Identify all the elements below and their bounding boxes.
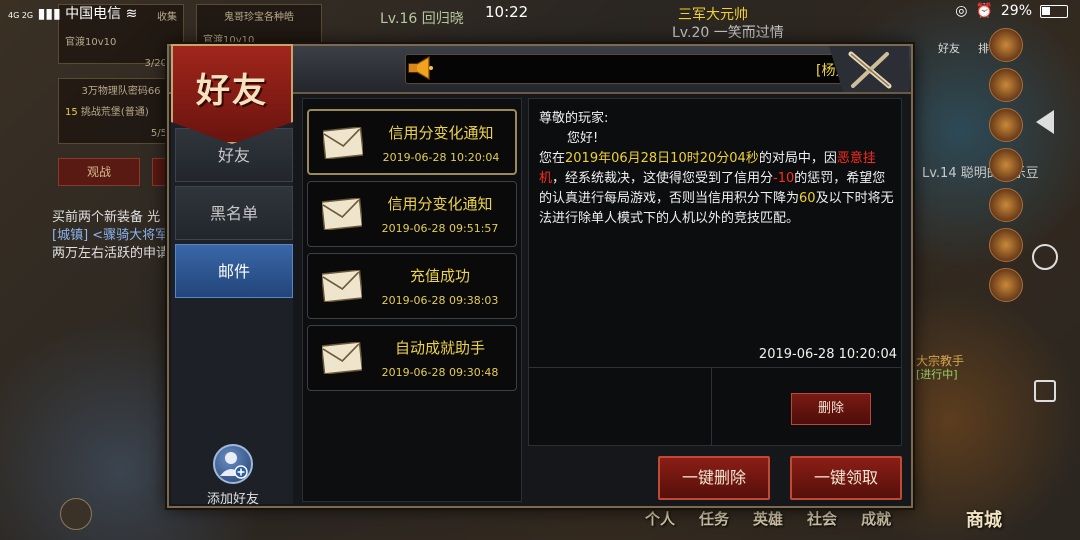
mail-text: ，经系统裁决，这使得您受到了信用分 — [552, 171, 774, 186]
mail-threshold-value: 60 — [799, 191, 816, 206]
mail-time: 2019-06-28 10:20:04 — [382, 151, 500, 164]
mail-item[interactable]: 信用分变化通知 2019-06-28 09:51:57 — [307, 181, 517, 247]
mail-match-time: 2019年06月28日10时20分04秒 — [565, 151, 759, 166]
bg-room-mode: 挑战荒堡(普通) — [80, 107, 149, 118]
bg-player-label: Lv.20 一笑而过情 — [672, 25, 784, 41]
delete-all-button[interactable]: 一键删除 — [658, 456, 770, 500]
mail-title: 信用分变化通知 — [387, 195, 493, 213]
bg-chat-line: [城镇] <骤骑大将军 — [52, 228, 169, 243]
bg-feature-icon[interactable] — [989, 28, 1023, 62]
bg-chat-line: 两万左右活跃的申请 — [52, 246, 170, 261]
wifi-icon: ≋ — [125, 6, 138, 22]
mail-content-panel: 尊敬的玩家: 您好! 您在2019年06月28日10时20分04秒的对局中，因恶… — [528, 98, 902, 446]
dialog-title: 好友 — [196, 70, 268, 111]
mail-title: 充值成功 — [409, 267, 470, 285]
carrier-name: 中国电信 — [65, 6, 122, 22]
bg-watch-button[interactable]: 观战 — [58, 158, 140, 186]
envelope-icon — [322, 270, 362, 302]
mail-item[interactable]: 自动成就助手 2019-06-28 09:30:48 — [307, 325, 517, 391]
bg-progress-label: [进行中] — [916, 368, 958, 381]
mail-list: 信用分变化通知 2019-06-28 10:20:04 信用分变化通知 2019… — [302, 98, 522, 502]
attachment-divider — [711, 368, 712, 446]
mail-hello: 您好! — [567, 131, 599, 146]
bg-chat-line: 买前两个新装备 光 — [52, 210, 161, 225]
battery-icon — [1040, 4, 1068, 18]
mail-greeting: 尊敬的玩家: — [539, 111, 609, 126]
bg-menu-hero[interactable]: 英雄 — [753, 508, 783, 529]
delete-mail-button[interactable]: 删除 — [791, 393, 871, 425]
bg-feature-icon[interactable] — [989, 108, 1023, 142]
tab-blacklist[interactable]: 黑名单 — [175, 186, 293, 240]
bg-mall-button[interactable]: 商城 — [966, 506, 1002, 532]
status-clock: 10:22 — [485, 3, 529, 21]
tab-mail[interactable]: 邮件 — [175, 244, 293, 298]
add-user-icon — [213, 444, 253, 484]
mail-time: 2019-06-28 09:51:57 — [381, 222, 499, 235]
bg-room-level: 15 — [65, 107, 78, 118]
mail-time: 2019-06-28 09:38:03 — [381, 294, 499, 307]
home-icon[interactable] — [1032, 244, 1058, 270]
bg-room-title: 3万物理队密码66 — [81, 86, 161, 97]
alarm-icon: ⏰ — [975, 3, 993, 19]
envelope-icon — [322, 198, 362, 230]
status-right: ◎ ⏰ 29% — [955, 3, 1068, 19]
bg-room-count: 5/5人 — [150, 128, 177, 139]
mail-text: 的对局中，因 — [758, 151, 837, 166]
bg-feature-icon[interactable] — [989, 68, 1023, 102]
bg-menu-social[interactable]: 社会 — [807, 508, 837, 529]
signal-icon: ▮▮▮ — [37, 6, 61, 22]
envelope-icon — [323, 127, 363, 159]
add-friend-label: 添加好友 — [206, 492, 259, 507]
side-tabs: 好友 黑名单 邮件 添加好友 — [171, 96, 293, 507]
system-nav — [1030, 100, 1060, 402]
lock-rotation-icon: ◎ — [955, 3, 968, 19]
bg-menu-personal[interactable]: 个人 — [645, 508, 675, 529]
bg-menu-achievement[interactable]: 成就 — [861, 508, 891, 529]
mail-time: 2019-06-28 09:30:48 — [381, 366, 499, 379]
close-icon[interactable] — [829, 46, 909, 92]
bg-friend-label: 好友 — [938, 42, 960, 55]
recent-apps-icon[interactable] — [1034, 380, 1056, 402]
mail-item[interactable]: 信用分变化通知 2019-06-28 10:20:04 — [307, 109, 517, 175]
mail-paragraph: 您在2019年06月28日10时20分04秒的对局中，因恶意挂机，经系统裁决，这… — [539, 149, 895, 229]
mail-title: 自动成就助手 — [394, 339, 485, 357]
bg-feature-icon[interactable] — [989, 188, 1023, 222]
bg-menu-task[interactable]: 任务 — [699, 508, 729, 529]
mail-body: 尊敬的玩家: 您好! 您在2019年06月28日10时20分04秒的对局中，因恶… — [539, 109, 895, 229]
bg-feature-icon[interactable] — [989, 228, 1023, 262]
mail-text: 您在 — [539, 151, 566, 166]
attachment-divider — [529, 367, 901, 368]
mail-penalty-value: -10 — [773, 171, 795, 186]
mail-date: 2019-06-28 10:20:04 — [758, 347, 897, 362]
claim-all-button[interactable]: 一键领取 — [790, 456, 902, 500]
bg-bottom-menu: 个人 任务 英雄 社会 成就 — [645, 508, 891, 529]
friends-dialog: [杨大! 好友 好友 黑名单 邮件 添加好友 信用分变化通知 2019-06-2… — [167, 44, 913, 508]
add-friend-button[interactable]: 添加好友 — [193, 444, 273, 507]
envelope-icon — [322, 342, 362, 374]
mail-title: 信用分变化通知 — [388, 124, 494, 142]
carrier-info: 4G 2G ▮▮▮ 中国电信 ≋ — [8, 3, 137, 23]
bg-feature-icon[interactable] — [989, 148, 1023, 182]
announcement-bar: [杨大! — [405, 54, 865, 84]
megaphone-icon — [408, 55, 433, 81]
bg-avatar-icon[interactable] — [60, 498, 92, 530]
battery-percent: 29% — [1000, 3, 1032, 19]
status-bar: 4G 2G ▮▮▮ 中国电信 ≋ 10:22 ◎ ⏰ 29% — [0, 0, 1080, 24]
mail-item[interactable]: 充值成功 2019-06-28 09:38:03 — [307, 253, 517, 319]
bg-room-mode: 官渡10v10 — [65, 37, 117, 48]
bg-room-card-3: 3万物理队密码66 15 挑战荒堡(普通) 5/5人 — [58, 78, 184, 144]
bg-side-icons — [986, 22, 1026, 308]
bg-feature-icon[interactable] — [989, 268, 1023, 302]
network-type: 4G 2G — [8, 11, 34, 20]
bg-room-count: 3/20人 — [144, 58, 177, 69]
back-icon[interactable] — [1036, 110, 1054, 134]
